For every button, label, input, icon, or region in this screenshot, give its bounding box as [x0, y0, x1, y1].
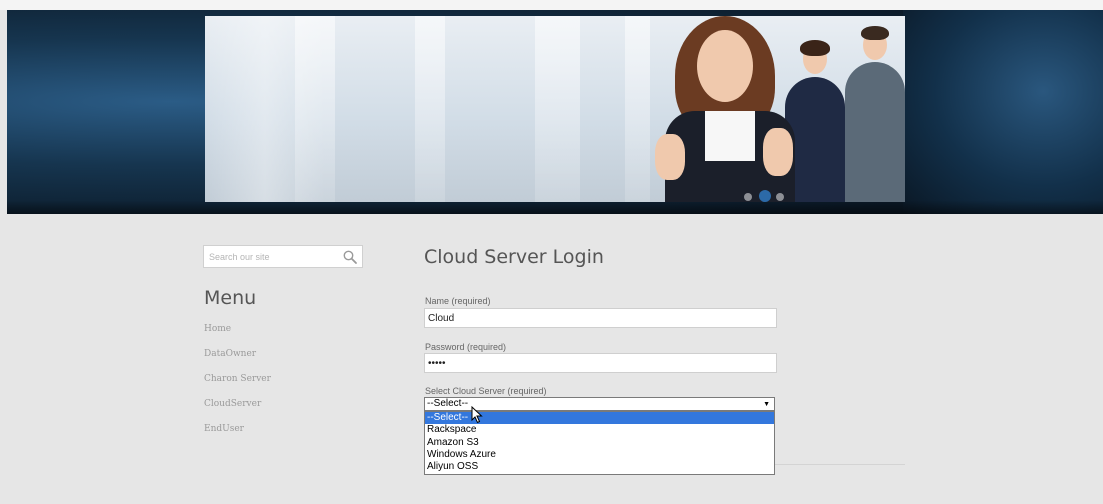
search-box	[203, 245, 363, 268]
page-title: Cloud Server Login	[424, 246, 604, 268]
search-input[interactable]	[204, 246, 334, 267]
slider-dot[interactable]	[744, 193, 752, 201]
mouse-pointer-icon	[471, 406, 483, 424]
slider-dots	[744, 190, 790, 202]
banner-image	[205, 16, 905, 202]
slider-dot[interactable]	[776, 193, 784, 201]
magnifier-icon[interactable]	[342, 249, 358, 265]
option-rackspace[interactable]: Rackspace	[425, 424, 774, 436]
password-field[interactable]	[424, 353, 777, 373]
banner-window	[415, 16, 445, 202]
menu-list: Home DataOwner Charon Server CloudServer…	[204, 322, 271, 447]
menu-item-cloudserver[interactable]: CloudServer	[204, 397, 271, 422]
header-band-right	[903, 10, 1103, 214]
name-field[interactable]	[424, 308, 777, 328]
menu-item-home[interactable]: Home	[204, 322, 271, 347]
server-label: Select Cloud Server (required)	[425, 386, 547, 396]
banner-person	[845, 22, 905, 202]
divider	[775, 464, 905, 465]
banner-window	[625, 16, 650, 202]
menu-item-enduser[interactable]: EndUser	[204, 422, 271, 447]
option-windows-azure[interactable]: Windows Azure	[425, 449, 774, 461]
password-label: Password (required)	[425, 342, 507, 352]
banner-window	[535, 16, 580, 202]
slider-dot-active[interactable]	[759, 190, 771, 202]
menu-item-dataowner[interactable]: DataOwner	[204, 347, 271, 372]
select-value: --Select--	[427, 398, 469, 409]
top-strip	[0, 0, 1103, 10]
banner-window	[295, 16, 335, 202]
menu-item-charon-server[interactable]: Charon Server	[204, 372, 271, 397]
option-aliyun-oss[interactable]: Aliyun OSS	[425, 461, 774, 473]
banner-person-main	[655, 16, 805, 202]
name-label: Name (required)	[425, 296, 491, 306]
triangle-down-icon[interactable]: ▼	[763, 398, 770, 411]
option-amazon-s3[interactable]: Amazon S3	[425, 437, 774, 449]
menu-title: Menu	[204, 287, 257, 309]
